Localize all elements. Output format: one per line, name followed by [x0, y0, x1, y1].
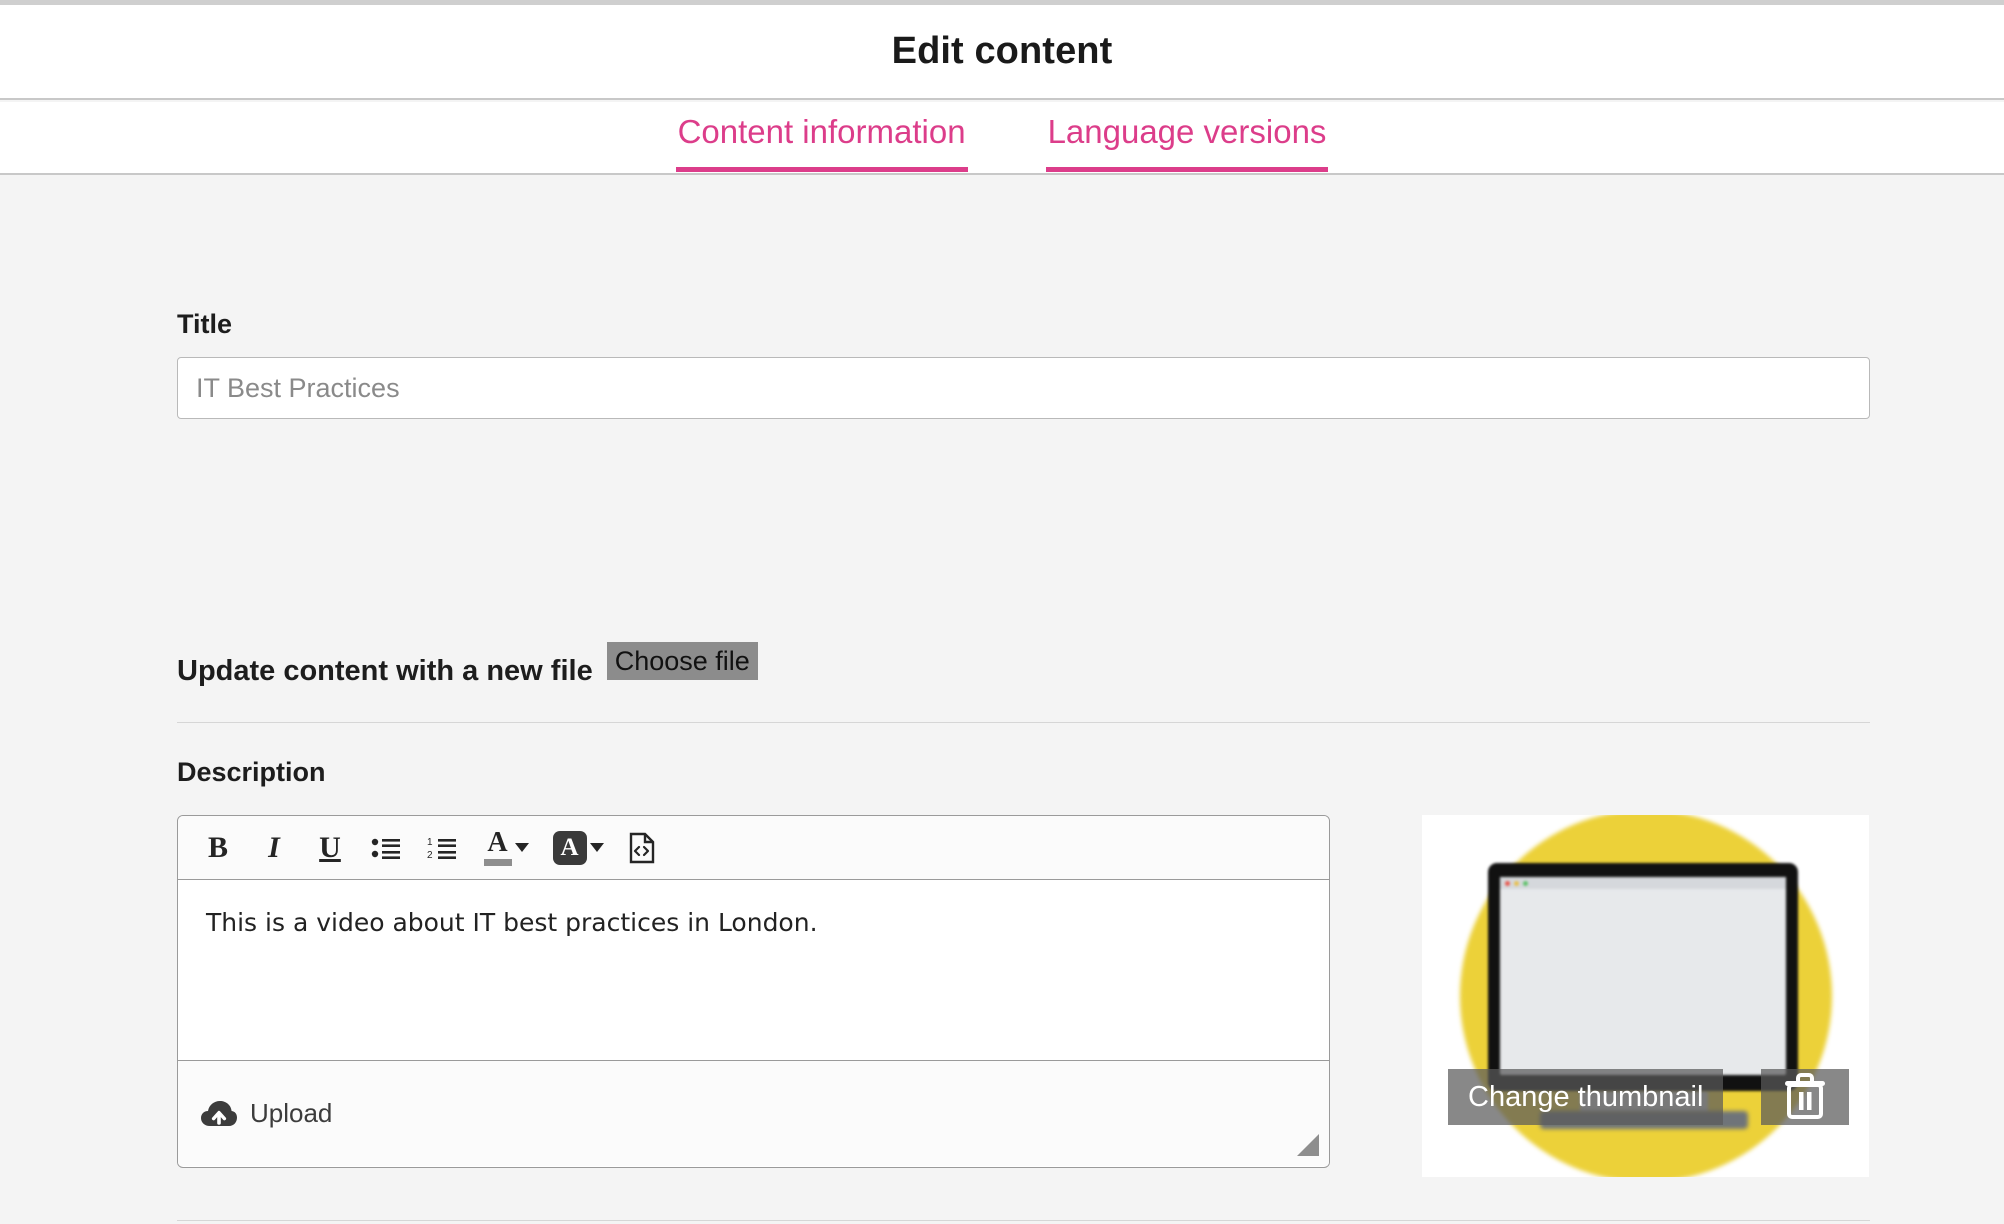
divider-above-description: [177, 722, 1870, 723]
page-header: Edit content: [0, 5, 2004, 100]
bold-icon[interactable]: B: [194, 824, 242, 872]
tabs-container: Content information Language versions: [0, 102, 2004, 175]
tab-language-versions[interactable]: Language versions: [1045, 110, 1329, 172]
title-input[interactable]: [177, 357, 1870, 419]
numbered-list-icon[interactable]: 1 2: [418, 824, 466, 872]
window-close-dot: [1505, 880, 1510, 886]
text-color-glyph: A: [483, 828, 512, 866]
cloud-upload-icon: [201, 1100, 237, 1126]
edit-content-page: Edit content Content information Languag…: [0, 0, 2004, 1224]
chevron-down-icon: [589, 843, 604, 852]
source-code-icon[interactable]: [618, 824, 666, 872]
chevron-down-icon: [514, 843, 529, 852]
page-title: Edit content: [891, 30, 1113, 72]
editor-resize-handle[interactable]: [1297, 1134, 1319, 1156]
title-label: Title: [177, 309, 233, 339]
svg-text:1: 1: [427, 837, 433, 848]
change-thumbnail-button[interactable]: Change thumbnail: [1448, 1069, 1724, 1125]
choose-file-wrapper: Choose file: [606, 642, 762, 680]
bold-glyph: B: [207, 830, 228, 864]
upload-button[interactable]: Upload: [200, 1098, 332, 1129]
svg-text:2: 2: [427, 850, 433, 861]
window-maximize-dot: [1523, 880, 1528, 886]
description-editor: B I U 1 2 A A This is a video about IT b…: [177, 815, 1330, 1168]
form-body: Title Update content with a new file Cho…: [0, 177, 2004, 1224]
divider-above-convert: [177, 1220, 1870, 1221]
highlight-color-icon[interactable]: A: [546, 824, 610, 872]
underline-glyph: U: [319, 830, 341, 864]
text-color-icon[interactable]: A: [474, 824, 538, 872]
upload-label: Upload: [250, 1098, 333, 1128]
window-minimize-dot: [1514, 880, 1519, 886]
highlight-color-glyph: A: [552, 830, 587, 865]
description-label: Description: [177, 757, 326, 787]
italic-glyph: I: [268, 830, 280, 864]
update-file-row: Update content with a new file Choose fi…: [177, 642, 762, 688]
italic-icon[interactable]: I: [250, 824, 298, 872]
editor-footer: Upload: [178, 1060, 1329, 1166]
description-text[interactable]: This is a video about IT best practices …: [178, 880, 1329, 1060]
thumbnail-preview: Change thumbnail: [1422, 815, 1869, 1177]
update-file-label: Update content with a new file: [177, 655, 593, 687]
delete-thumbnail-button[interactable]: [1761, 1069, 1849, 1125]
monitor-screen: [1500, 877, 1786, 1075]
bulleted-list-icon[interactable]: [362, 824, 410, 872]
text-color-swatch: [483, 858, 512, 866]
trash-icon: [1785, 1073, 1825, 1119]
editor-toolbar: B I U 1 2 A A: [178, 816, 1329, 880]
choose-file-button[interactable]: Choose file: [606, 642, 758, 680]
window-titlebar: [1500, 877, 1786, 889]
tab-content-information[interactable]: Content information: [675, 110, 968, 172]
tab-bar: Content information Language versions: [0, 102, 2004, 175]
monitor-icon: [1488, 863, 1798, 1091]
underline-icon[interactable]: U: [306, 824, 354, 872]
